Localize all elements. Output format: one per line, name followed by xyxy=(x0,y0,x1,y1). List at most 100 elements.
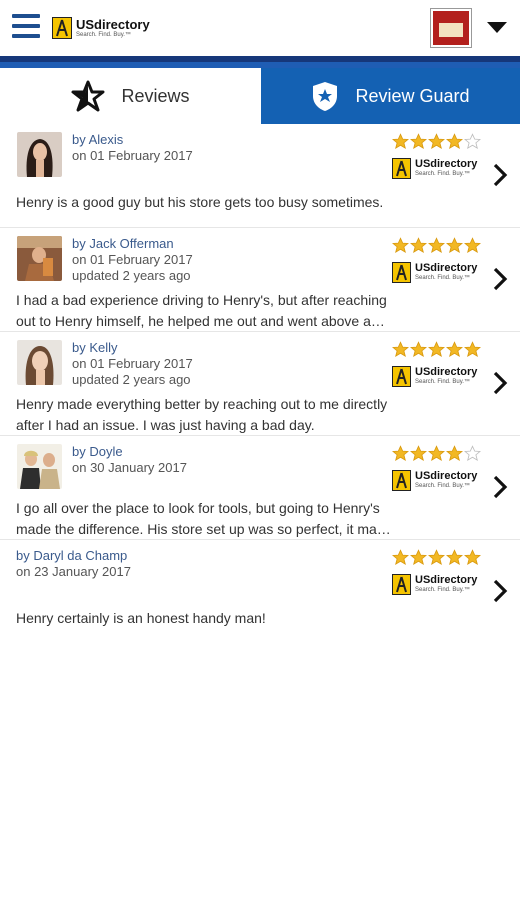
reviewer-avatar xyxy=(17,444,62,489)
usdirectory-badge-icon xyxy=(392,469,411,491)
review-text: Henry is a good guy but his store gets t… xyxy=(16,192,502,213)
review-date: on 01 February 2017 xyxy=(72,148,193,163)
source-badge: USdirectory Search. Find. Buy.™ xyxy=(392,469,477,491)
review-author: by Daryl da Champ xyxy=(16,548,128,563)
source-name: USdirectory xyxy=(415,158,478,170)
review-item[interactable]: by Daryl da Champ on 23 January 2017 USd… xyxy=(0,540,520,644)
reviewer-avatar xyxy=(17,236,62,281)
star-rating xyxy=(392,445,482,463)
usdirectory-badge-icon xyxy=(392,261,411,283)
star-outline-icon xyxy=(71,80,105,112)
logo-name: USdirectory xyxy=(76,17,150,32)
star-filled-icon xyxy=(428,341,445,358)
star-filled-icon xyxy=(410,341,427,358)
star-filled-icon xyxy=(446,549,463,566)
review-text-line: after I had an issue. I was just having … xyxy=(16,417,315,433)
source-tagline: Search. Find. Buy.™ xyxy=(415,275,470,281)
source-badge: USdirectory Search. Find. Buy.™ xyxy=(392,261,477,283)
review-item[interactable]: by Jack Offerman on 01 February 2017 upd… xyxy=(0,228,520,332)
tab-bar: Reviews Review Guard xyxy=(0,68,520,124)
star-filled-icon xyxy=(410,237,427,254)
review-date: on 01 February 2017 xyxy=(72,356,193,371)
review-item[interactable]: by Doyle on 30 January 2017 USdirectory S… xyxy=(0,436,520,540)
star-filled-icon xyxy=(392,445,409,462)
source-tagline: Search. Find. Buy.™ xyxy=(415,379,470,385)
review-text-line: made the difference. His store set up wa… xyxy=(16,521,391,537)
star-filled-icon xyxy=(428,133,445,150)
review-text-line: Henry certainly is an honest handy man! xyxy=(16,610,266,626)
usdirectory-badge-icon xyxy=(392,573,411,595)
store-thumbnail[interactable] xyxy=(430,8,472,48)
star-filled-icon xyxy=(428,445,445,462)
chevron-right-icon[interactable] xyxy=(490,162,510,188)
source-name: USdirectory xyxy=(415,262,478,274)
review-author: by Doyle xyxy=(72,444,123,459)
star-filled-icon xyxy=(392,133,409,150)
review-text-line: Henry is a good guy but his store gets t… xyxy=(16,194,384,210)
star-filled-icon xyxy=(410,133,427,150)
app-bar: USdirectory Search. Find. Buy.™ xyxy=(0,0,520,56)
star-filled-icon xyxy=(428,549,445,566)
chevron-right-icon[interactable] xyxy=(490,370,510,396)
chevron-right-icon[interactable] xyxy=(490,266,510,292)
reviews-list: by Alexis on 01 February 2017 USdirector… xyxy=(0,124,520,644)
star-filled-icon xyxy=(410,549,427,566)
star-rating xyxy=(392,133,482,151)
review-item[interactable]: by Alexis on 01 February 2017 USdirector… xyxy=(0,124,520,228)
tab-reviews-label: Reviews xyxy=(121,85,190,106)
star-filled-icon xyxy=(392,549,409,566)
star-empty-icon xyxy=(464,133,481,150)
star-filled-icon xyxy=(446,133,463,150)
review-date: on 01 February 2017 xyxy=(72,252,193,267)
star-filled-icon xyxy=(446,237,463,254)
star-filled-icon xyxy=(464,341,481,358)
reviewer-avatar xyxy=(17,340,62,385)
usdirectory-badge-icon xyxy=(392,157,411,179)
review-date: on 30 January 2017 xyxy=(72,460,187,475)
star-filled-icon xyxy=(464,549,481,566)
star-filled-icon xyxy=(446,341,463,358)
logo-badge-icon xyxy=(52,17,72,39)
star-filled-icon xyxy=(410,445,427,462)
dropdown-caret-icon[interactable] xyxy=(487,22,507,33)
review-item[interactable]: by Kelly on 01 February 2017 updated 2 y… xyxy=(0,332,520,436)
source-name: USdirectory xyxy=(415,470,478,482)
star-empty-icon xyxy=(464,445,481,462)
store-image xyxy=(433,11,469,45)
review-text-line: Henry made everything better by reaching… xyxy=(16,396,388,412)
star-filled-icon xyxy=(446,445,463,462)
source-badge: USdirectory Search. Find. Buy.™ xyxy=(392,573,477,595)
source-badge: USdirectory Search. Find. Buy.™ xyxy=(392,365,477,387)
source-name: USdirectory xyxy=(415,366,478,378)
review-text-line: out to Henry himself, he helped me out a… xyxy=(16,313,385,329)
review-author: by Kelly xyxy=(72,340,118,355)
review-text-line: I go all over the place to look for tool… xyxy=(16,500,380,516)
review-text: I go all over the place to look for tool… xyxy=(16,498,502,540)
logo-tagline: Search. Find. Buy.™ xyxy=(76,32,131,38)
star-rating xyxy=(392,549,482,567)
tab-reviews[interactable]: Reviews xyxy=(0,68,261,124)
star-filled-icon xyxy=(428,237,445,254)
source-name: USdirectory xyxy=(415,574,478,586)
hamburger-menu-icon[interactable] xyxy=(12,14,40,42)
star-filled-icon xyxy=(464,237,481,254)
tab-review-guard[interactable]: Review Guard xyxy=(261,68,520,124)
review-author: by Jack Offerman xyxy=(72,236,174,251)
review-text: I had a bad experience driving to Henry'… xyxy=(16,290,502,332)
usdirectory-logo: USdirectory Search. Find. Buy.™ xyxy=(52,15,150,41)
star-filled-icon xyxy=(392,341,409,358)
review-text-line: I had a bad experience driving to Henry'… xyxy=(16,292,387,308)
usdirectory-badge-icon xyxy=(392,365,411,387)
source-badge: USdirectory Search. Find. Buy.™ xyxy=(392,157,477,179)
review-text: Henry made everything better by reaching… xyxy=(16,394,502,436)
shield-star-icon xyxy=(313,82,338,111)
tab-review-guard-label: Review Guard xyxy=(355,85,470,106)
source-tagline: Search. Find. Buy.™ xyxy=(415,587,470,593)
review-author: by Alexis xyxy=(72,132,124,147)
review-text: Henry certainly is an honest handy man! xyxy=(16,608,502,629)
star-rating xyxy=(392,341,482,359)
source-tagline: Search. Find. Buy.™ xyxy=(415,171,470,177)
chevron-right-icon[interactable] xyxy=(490,578,510,604)
reviewer-avatar xyxy=(17,132,62,177)
chevron-right-icon[interactable] xyxy=(490,474,510,500)
